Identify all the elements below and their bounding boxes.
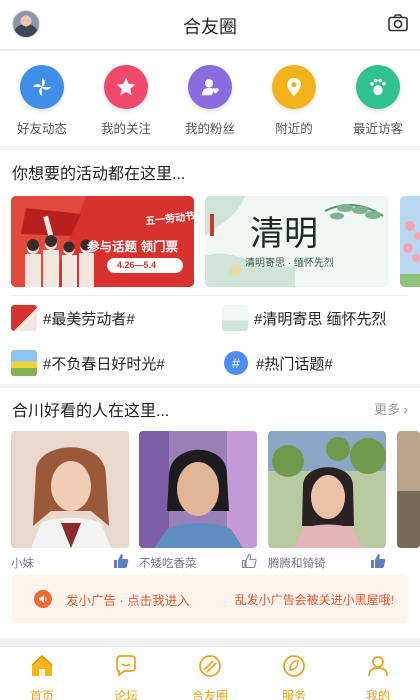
- topic-label: #最美劳动者#: [43, 310, 135, 328]
- activities-section: 你想要的活动都在这里... 五一劳动节 参与话题 领门票 4.26—5.4 清明…: [0, 150, 420, 384]
- quick-link-friend-feed[interactable]: 好友动态: [0, 65, 84, 137]
- footprint-icon: [356, 65, 400, 109]
- ad-right-text: 乱发小广告会被关进小黑屋哦!: [234, 592, 394, 607]
- topic-item[interactable]: #最美劳动者#: [11, 303, 135, 333]
- section-title: 合川好看的人在这里...: [12, 403, 170, 420]
- people-section: 合川好看的人在这里... 更多 › 小妹 不矮吃香菜 腾腾和锜锜 发小广告 · …: [0, 388, 420, 638]
- tab-label: 我的: [365, 689, 390, 700]
- person-name: 不矮吃香菜: [139, 558, 197, 570]
- ad-left-text: 发小广告 · 点击我进入: [66, 593, 190, 608]
- chat-bubble-icon: [116, 655, 136, 677]
- page-title: 合友圈: [183, 17, 237, 37]
- person-card[interactable]: 腾腾和锜锜: [268, 431, 386, 570]
- person-card[interactable]: 不矮吃香菜: [139, 431, 257, 570]
- banner-sub-text: 清明寄思 · 缅怀先烈: [245, 258, 334, 269]
- quick-link-label: 好友动态: [16, 122, 67, 136]
- speaker-icon: [34, 590, 52, 608]
- hashtag-icon: #: [224, 351, 248, 375]
- quick-links: 好友动态 我的关注 我的粉丝 附近的 最近访客: [0, 51, 420, 146]
- topic-label: #清明寄思 缅怀先烈: [254, 310, 387, 328]
- camera-icon[interactable]: [388, 14, 408, 32]
- quick-link-fans[interactable]: 我的粉丝: [168, 65, 252, 137]
- tab-mine[interactable]: 我的: [336, 653, 420, 700]
- banner-spring[interactable]: [400, 196, 420, 287]
- quick-link-label: 附近的: [275, 122, 313, 136]
- tab-forum[interactable]: 论坛: [84, 653, 168, 700]
- tab-label: 服务: [281, 689, 306, 700]
- more-label: 更多: [374, 402, 401, 417]
- tab-service[interactable]: 服务: [252, 653, 336, 700]
- chevron-right-icon: ›: [403, 402, 408, 417]
- tab-label: 论坛: [113, 689, 138, 700]
- quick-link-following[interactable]: 我的关注: [84, 65, 168, 137]
- quick-link-nearby[interactable]: 附近的: [252, 65, 336, 137]
- divider: [11, 295, 409, 296]
- person-photo: [139, 431, 257, 548]
- quick-link-visitors[interactable]: 最近访客: [336, 65, 420, 137]
- quick-link-label: 我的关注: [100, 122, 151, 136]
- tab-home[interactable]: 首页: [0, 653, 84, 700]
- person-name: 小妹: [11, 558, 34, 570]
- quick-link-label: 我的粉丝: [184, 122, 235, 136]
- top-header: 合友圈: [0, 0, 420, 50]
- app-screen: 合友圈 好友动态 我的关注 我的粉丝 附近的 最近访客 你想要的活动都在这里..…: [0, 0, 420, 700]
- banner-slogan: 参与话题 领门票: [87, 240, 178, 254]
- ad-banner[interactable]: 发小广告 · 点击我进入 乱发小广告会被关进小黑屋哦!: [12, 575, 408, 623]
- banner-qingming[interactable]: 清明 清明寄思 · 缅怀先烈: [205, 196, 389, 287]
- topic-item[interactable]: #不负春日好时光#: [11, 348, 165, 378]
- spring-illustration: [400, 196, 420, 287]
- person-icon: [368, 656, 388, 677]
- banner-labor-day[interactable]: 五一劳动节 参与话题 领门票 4.26—5.4: [11, 196, 194, 287]
- user-heart-icon: [188, 65, 232, 109]
- person-photo: [268, 431, 386, 548]
- banner-big-text: 清明: [250, 214, 318, 254]
- more-link[interactable]: 更多 ›: [374, 399, 408, 418]
- bottom-tab-bar: 首页 论坛 合友圈 服务 我的: [0, 646, 420, 700]
- tab-circle[interactable]: 合友圈: [168, 653, 252, 700]
- topic-thumbnail: [11, 350, 37, 376]
- thumbs-up-icon[interactable]: [113, 553, 129, 569]
- topic-thumbnail: [11, 305, 37, 331]
- topic-item[interactable]: #清明寄思 缅怀先烈: [222, 303, 387, 333]
- service-icon: [283, 655, 305, 677]
- quick-link-label: 最近访客: [352, 122, 403, 136]
- topic-thumbnail: [222, 305, 248, 331]
- tab-label: 合友圈: [191, 689, 228, 700]
- topic-label: #热门话题#: [256, 355, 333, 373]
- topic-label: #不负春日好时光#: [43, 355, 165, 373]
- person-photo: [397, 431, 420, 548]
- circle-compass-icon: [199, 655, 221, 677]
- topic-item[interactable]: # #热门话题#: [224, 348, 333, 378]
- tab-label: 首页: [29, 689, 54, 700]
- location-pin-icon: [272, 65, 316, 109]
- thumbs-up-outline-icon[interactable]: [241, 553, 257, 569]
- person-name: 腾腾和锜锜: [268, 558, 326, 570]
- person-photo: [11, 431, 129, 548]
- section-title: 你想要的活动都在这里...: [12, 166, 186, 183]
- pinwheel-icon: [20, 65, 64, 109]
- thumbs-up-icon[interactable]: [370, 553, 386, 569]
- person-card[interactable]: 1524: [397, 431, 420, 548]
- person-card[interactable]: 小妹: [11, 431, 129, 570]
- banner-date: 4.26—5.4: [117, 260, 157, 270]
- star-icon: [104, 65, 148, 109]
- home-icon: [31, 654, 53, 676]
